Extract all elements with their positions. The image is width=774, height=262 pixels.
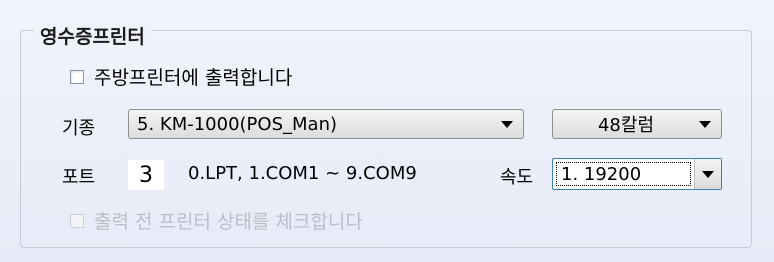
status-check-label: 출력 전 프린터 상태를 체크합니다 — [94, 211, 363, 233]
status-check-checkbox[interactable] — [70, 213, 84, 228]
chevron-down-icon — [501, 120, 513, 128]
speed-dropdown-button[interactable] — [694, 159, 721, 189]
model-select-value: 5. KM-1000(POS_Man) — [137, 113, 337, 135]
receipt-printer-panel: 영수증프린터 주방프린터에 출력합니다 기종 5. KM-1000(POS_Ma… — [0, 0, 774, 262]
model-select[interactable]: 5. KM-1000(POS_Man) — [128, 109, 524, 139]
status-check-option[interactable]: 출력 전 프린터 상태를 체크합니다 — [70, 207, 363, 234]
port-hint: 0.LPT, 1.COM1 ~ 9.COM9 — [188, 163, 417, 184]
kitchen-print-label: 주방프린터에 출력합니다 — [94, 67, 293, 89]
chevron-down-icon — [702, 170, 714, 178]
columns-select-value: 48칼럼 — [597, 115, 655, 136]
speed-select[interactable]: 1. 19200 — [552, 158, 722, 190]
group-title: 영수증프린터 — [34, 22, 151, 49]
speed-select-value: 1. 19200 — [556, 162, 691, 186]
kitchen-print-checkbox[interactable] — [70, 69, 84, 84]
model-label: 기종 — [62, 118, 96, 139]
chevron-down-icon — [699, 120, 711, 128]
port-label: 포트 — [62, 167, 96, 188]
columns-select[interactable]: 48칼럼 — [552, 109, 722, 139]
kitchen-print-option[interactable]: 주방프린터에 출력합니다 — [70, 63, 292, 90]
port-input[interactable]: 3 — [128, 160, 164, 190]
speed-label: 속도 — [500, 167, 534, 188]
